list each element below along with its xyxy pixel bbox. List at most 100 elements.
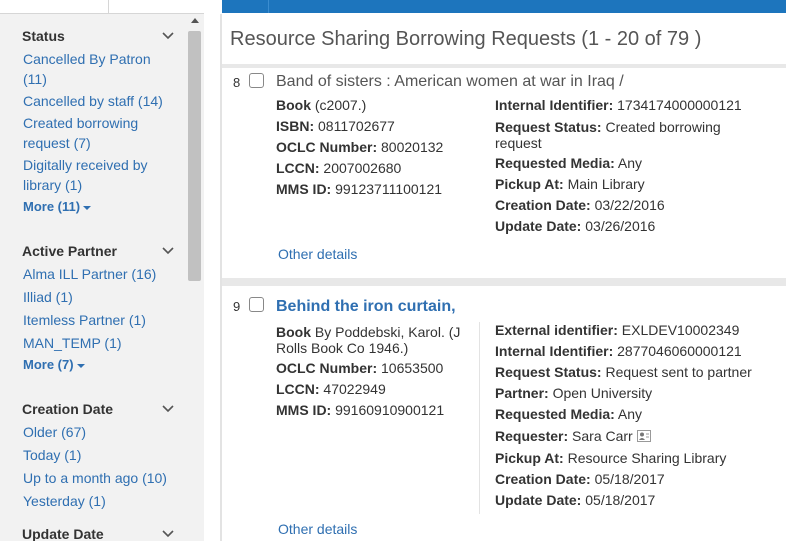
detail-label: LCCN: — [276, 160, 320, 176]
sidebar-scrollbar[interactable] — [186, 14, 204, 541]
detail-value: 80020132 — [377, 139, 444, 155]
detail-value: 05/18/2017 — [581, 492, 656, 508]
detail-value: 0811702677 — [314, 118, 395, 134]
column-separator — [479, 322, 480, 514]
detail-label: External identifier: — [495, 322, 618, 338]
detail-row: Requested Media: Any — [495, 404, 775, 425]
detail-row: Partner: Open University — [495, 383, 775, 404]
chevron-down-icon[interactable] — [162, 244, 174, 256]
facet-item-illiad[interactable]: Illiad (1) — [22, 287, 182, 307]
detail-row: LCCN: 47022949 — [276, 379, 476, 400]
detail-value: Any — [614, 155, 643, 171]
detail-value: Request sent to partner — [601, 364, 752, 380]
facet-item-up-to-a-month-ago[interactable]: Up to a month ago (10) — [22, 468, 182, 488]
detail-row: Pickup At: Resource Sharing Library — [495, 448, 775, 469]
detail-value: Main Library — [563, 176, 645, 192]
detail-value: 10653500 — [377, 360, 444, 376]
detail-row: Pickup At: Main Library — [495, 174, 775, 195]
detail-value: Any — [614, 406, 643, 422]
record-bib-details: Book (c2007.) ISBN: 0811702677 OCLC Numb… — [276, 95, 476, 200]
record-divider — [222, 278, 786, 286]
detail-value: EXLDEV10002349 — [617, 322, 740, 338]
title-divider — [222, 64, 786, 68]
detail-label: ISBN: — [276, 118, 315, 134]
detail-value: 47022949 — [319, 381, 386, 397]
detail-label: LCCN: — [276, 381, 320, 397]
facet-more-status[interactable]: More (11) — [22, 197, 182, 217]
facet-item-alma-ill-partner[interactable]: Alma ILL Partner (16) — [22, 264, 182, 284]
sidebar-tab-strip — [0, 0, 204, 14]
facet-item-yesterday[interactable]: Yesterday (1) — [22, 491, 182, 511]
detail-row: OCLC Number: 80020132 — [276, 137, 476, 158]
results-panel: Resource Sharing Borrowing Requests (1 -… — [204, 0, 786, 541]
facet-title-status: Status — [22, 28, 65, 44]
user-card-icon[interactable] — [636, 430, 651, 442]
detail-row: LCCN: 2007002680 — [276, 158, 476, 179]
record-request-details: Internal Identifier: 1734174000000121 Re… — [495, 95, 775, 237]
facet-update-date: Update Date — [22, 525, 182, 541]
detail-row: OCLC Number: 10653500 — [276, 358, 476, 379]
detail-label: Internal Identifier: — [495, 97, 614, 113]
chevron-down-icon[interactable] — [162, 527, 174, 539]
detail-label: OCLC Number: — [276, 360, 378, 376]
detail-row: Requested Media: Any — [495, 153, 775, 174]
tab-strip-border — [0, 13, 204, 14]
record-title-link[interactable]: Behind the iron curtain, — [276, 298, 456, 316]
detail-value: 2007002680 — [319, 160, 402, 176]
facet-status: Status Cancelled By Patron (11) Cancelle… — [22, 27, 182, 217]
other-details-link[interactable]: Other details — [278, 246, 357, 262]
more-label: More (7) — [23, 357, 74, 372]
detail-label: Requester: — [495, 428, 569, 444]
detail-value: 05/18/2017 — [590, 471, 665, 487]
top-toolbar — [222, 0, 786, 13]
chevron-down-icon[interactable] — [162, 402, 174, 414]
detail-label: MMS ID: — [276, 402, 332, 418]
other-details-link[interactable]: Other details — [278, 521, 357, 537]
record-checkbox[interactable] — [249, 73, 264, 88]
detail-label: Requested Media: — [495, 155, 615, 171]
facet-item-cancelled-by-patron[interactable]: Cancelled By Patron (11) — [22, 49, 162, 89]
record-number: 8 — [233, 75, 241, 90]
detail-row: Internal Identifier: 2877046060000121 — [495, 341, 775, 362]
facet-item-man-temp[interactable]: MAN_TEMP (1) — [22, 333, 182, 353]
facet-title-active-partner: Active Partner — [22, 243, 117, 259]
detail-row: MMS ID: 99160910900121 — [276, 400, 476, 421]
facet-item-older[interactable]: Older (67) — [22, 422, 182, 442]
record-request-details: External identifier: EXLDEV10002349 Inte… — [495, 320, 775, 511]
facet-item-cancelled-by-staff[interactable]: Cancelled by staff (14) — [22, 91, 182, 111]
facet-item-itemless-partner[interactable]: Itemless Partner (1) — [22, 310, 182, 330]
detail-label: MMS ID: — [276, 181, 332, 197]
detail-value: 99123711100121 — [331, 181, 443, 197]
toolbar-separator — [268, 0, 269, 13]
detail-value: Resource Sharing Library — [563, 450, 727, 466]
detail-label: Creation Date: — [495, 197, 591, 213]
detail-value: Open University — [548, 385, 653, 401]
detail-row: Requester: Sara Carr — [495, 425, 775, 448]
facet-title-update-date: Update Date — [22, 526, 104, 541]
detail-row: Book By Poddebski, Karol. (J Rolls Book C… — [276, 322, 476, 356]
detail-value: 1734174000000121 — [613, 97, 742, 113]
record-title[interactable]: Band of sisters : American women at war … — [276, 73, 624, 91]
facet-item-today[interactable]: Today (1) — [22, 445, 182, 465]
page-title: Resource Sharing Borrowing Requests (1 -… — [230, 28, 702, 50]
facet-item-digitally-received[interactable]: Digitally received by library (1) — [22, 155, 152, 195]
detail-value-continued: Rolls Book Co 1946.) — [276, 340, 409, 356]
detail-row: Update Date: 05/18/2017 — [495, 490, 775, 511]
detail-label: Creation Date: — [495, 471, 591, 487]
detail-row: ISBN: 0811702677 — [276, 116, 476, 137]
detail-value: 03/26/2016 — [581, 218, 656, 234]
caret-down-icon — [83, 205, 92, 210]
detail-value: Created borrowing — [601, 119, 721, 135]
scroll-up-arrow-icon[interactable] — [190, 16, 200, 26]
detail-row: Book (c2007.) — [276, 95, 476, 116]
detail-value: Sara Carr — [568, 428, 633, 444]
detail-row: Update Date: 03/26/2016 — [495, 216, 775, 237]
chevron-down-icon[interactable] — [162, 29, 174, 41]
facet-more-active-partner[interactable]: More (7) — [22, 355, 182, 375]
detail-label: Request Status: — [495, 364, 602, 380]
facet-item-created-borrowing-request[interactable]: Created borrowing request (7) — [22, 113, 152, 153]
scrollbar-thumb[interactable] — [188, 31, 201, 281]
detail-label: OCLC Number: — [276, 139, 378, 155]
record-checkbox[interactable] — [249, 297, 264, 312]
detail-row: Creation Date: 03/22/2016 — [495, 195, 775, 216]
